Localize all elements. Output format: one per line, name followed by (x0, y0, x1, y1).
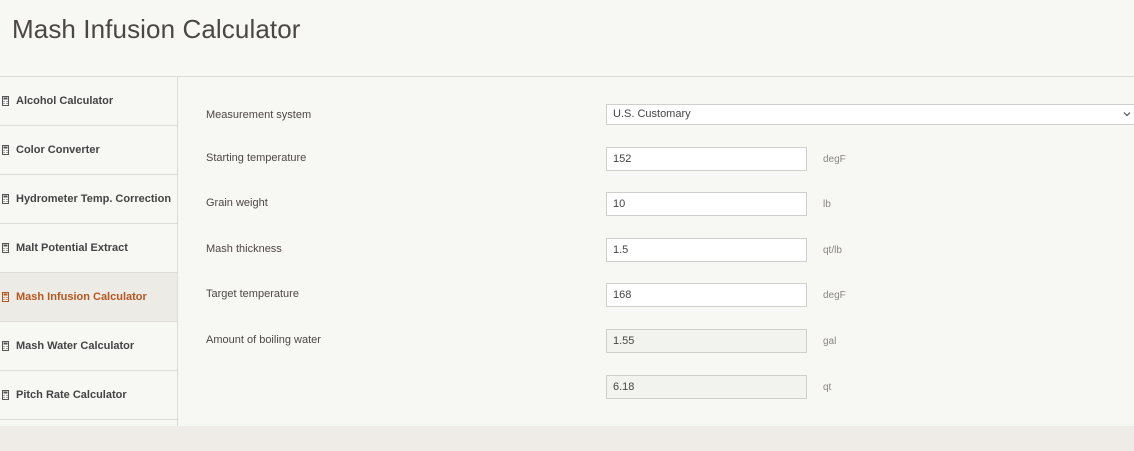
grain-weight-unit: lb (823, 199, 831, 210)
measurement-system-value: U.S. Customary (613, 108, 691, 120)
boiling-water-label: Amount of boiling water (206, 334, 321, 346)
mash-thickness-input[interactable] (606, 238, 807, 262)
sidebar-item-label: Hydrometer Temp. Correction (16, 193, 172, 205)
calculator-icon (2, 145, 9, 155)
boiling-water-qt-output (606, 375, 807, 399)
target-temperature-unit: degF (823, 290, 846, 301)
starting-temperature-unit: degF (823, 154, 846, 165)
calculator-icon (2, 96, 9, 106)
sidebar-item-label: Pitch Rate Calculator (16, 389, 127, 401)
sidebar-item-label: Mash Infusion Calculator (16, 291, 147, 303)
sidebar-item-hydrometer-temp-correction[interactable]: Hydrometer Temp. Correction (0, 175, 177, 224)
target-temperature-label: Target temperature (206, 288, 299, 300)
calculator-icon (2, 194, 9, 204)
grain-weight-label: Grain weight (206, 197, 268, 209)
sidebar-item-pitch-rate-calculator[interactable]: Pitch Rate Calculator (0, 371, 177, 420)
header: Mash Infusion Calculator (0, 0, 1134, 77)
boiling-water-qt-unit: qt (823, 382, 832, 393)
calculator-icon (2, 292, 9, 302)
page-title: Mash Infusion Calculator (12, 14, 301, 44)
sidebar-item-label: Alcohol Calculator (16, 95, 114, 107)
footer-strip (0, 426, 1134, 451)
calculator-icon (2, 390, 9, 400)
boiling-water-gal-output (606, 329, 807, 353)
calculator-icon (2, 341, 9, 351)
chevron-down-icon (1123, 112, 1131, 117)
mash-thickness-label: Mash thickness (206, 243, 282, 255)
sidebar-item-alcohol-calculator[interactable]: Alcohol Calculator (0, 77, 177, 126)
sidebar-item-label: Malt Potential Extract (16, 242, 128, 254)
sidebar-item-malt-potential-extract[interactable]: Malt Potential Extract (0, 224, 177, 273)
page: Mash Infusion Calculator Alcohol Calcula… (0, 0, 1134, 451)
sidebar: Alcohol Calculator Color Converter Hydro… (0, 77, 178, 426)
calculator-form: Measurement system U.S. Customary Starti… (178, 77, 1134, 426)
sidebar-item-color-converter[interactable]: Color Converter (0, 126, 177, 175)
sidebar-item-mash-infusion-calculator[interactable]: Mash Infusion Calculator (0, 273, 177, 322)
measurement-system-label: Measurement system (206, 109, 312, 121)
sidebar-item-label: Mash Water Calculator (16, 340, 135, 352)
boiling-water-gal-unit: gal (823, 336, 837, 347)
calculator-icon (2, 243, 9, 253)
sidebar-item-label: Color Converter (16, 144, 100, 156)
measurement-system-select[interactable]: U.S. Customary (606, 104, 1134, 125)
mash-thickness-unit: qt/lb (823, 245, 842, 256)
starting-temperature-input[interactable] (606, 147, 807, 171)
grain-weight-input[interactable] (606, 192, 807, 216)
starting-temperature-label: Starting temperature (206, 152, 307, 164)
sidebar-item-mash-water-calculator[interactable]: Mash Water Calculator (0, 322, 177, 371)
target-temperature-input[interactable] (606, 283, 807, 307)
